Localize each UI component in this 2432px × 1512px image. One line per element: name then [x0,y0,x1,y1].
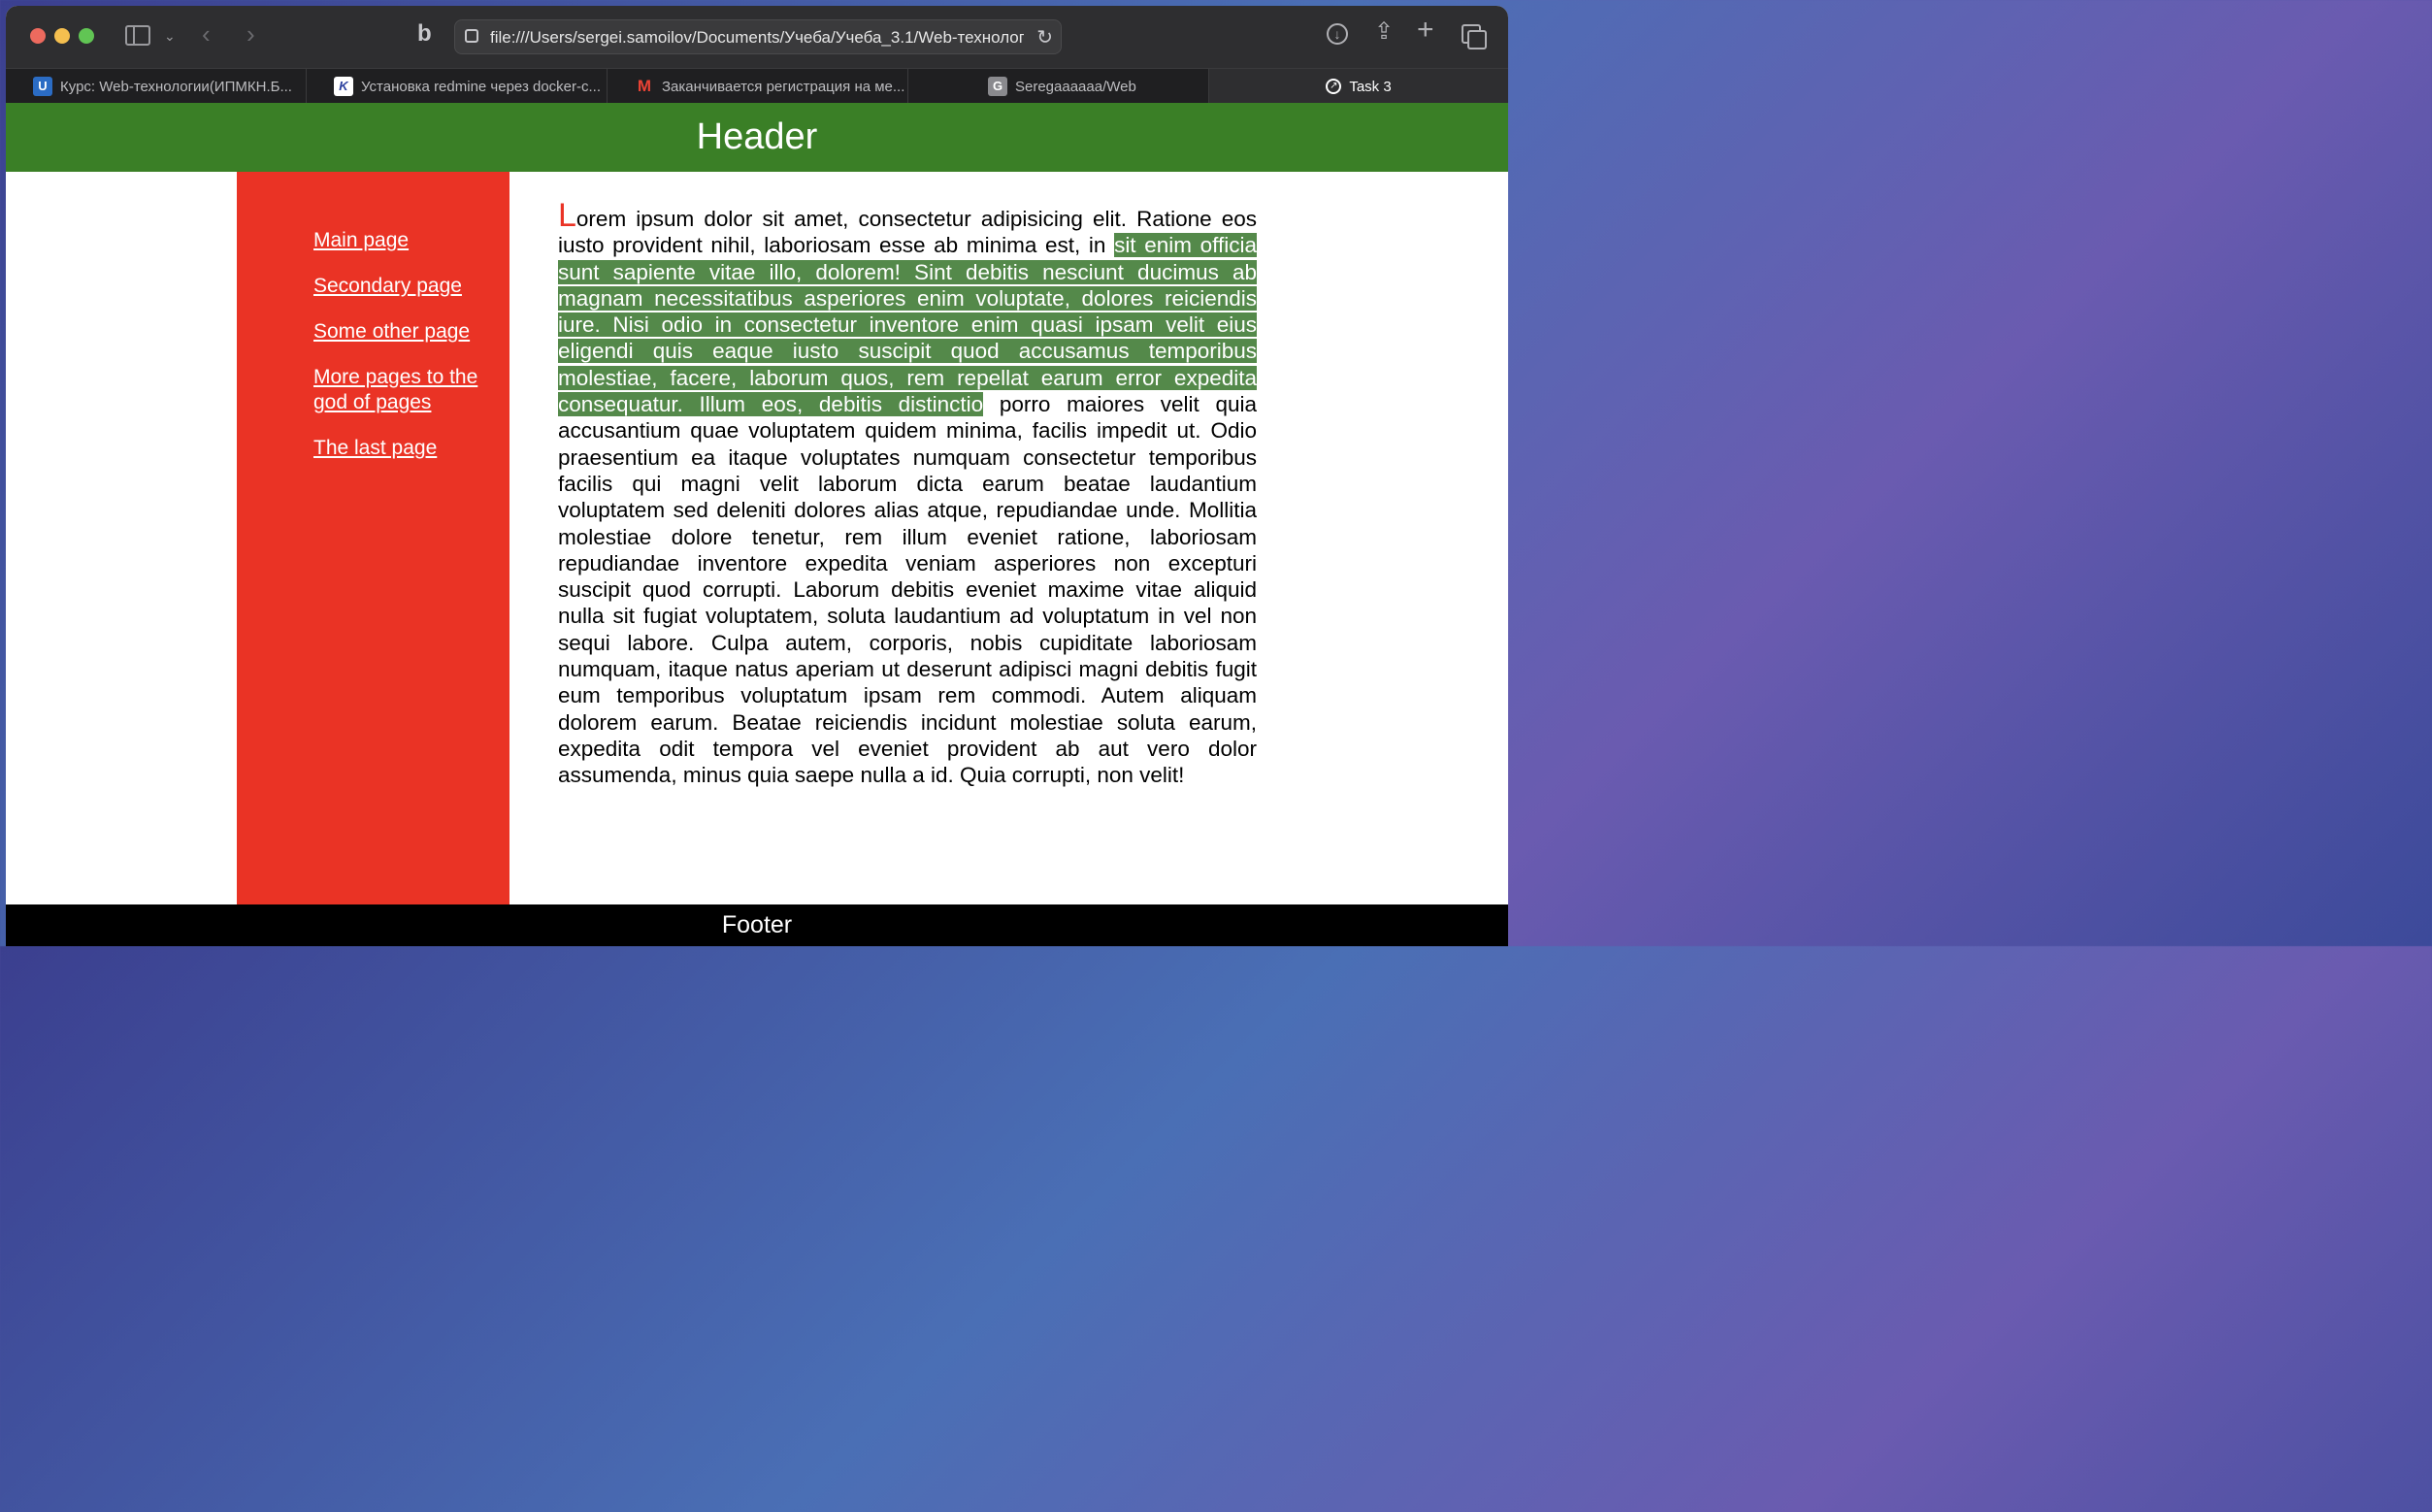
left-margin [6,172,237,904]
drop-cap: L [558,197,576,234]
main-content: Lorem ipsum dolor sit amet, consectetur … [558,199,1258,789]
nav-link-last[interactable]: The last page [313,436,437,461]
tab-label: Курс: Web-технологии(ИПМКН.Б... [60,78,292,95]
url-text[interactable]: file:///Users/sergei.samoilov/Documents/… [490,28,1024,48]
bing-icon[interactable]: b [417,22,432,46]
zoom-window-button[interactable] [79,28,94,44]
sidebar-toggle-icon[interactable] [125,25,150,46]
nav-link-secondary[interactable]: Secondary page [313,274,462,299]
close-window-button[interactable] [30,28,46,44]
site-footer: Footer [6,904,1508,946]
reload-icon[interactable]: ↻ [1036,25,1053,49]
web-page: Header Main page Secondary page Some oth… [6,103,1508,946]
chevron-down-icon[interactable]: ⌄ [164,25,176,47]
new-tab-icon[interactable]: + [1417,16,1434,45]
tab-overview-icon[interactable] [1462,24,1487,49]
tab-course[interactable]: U Курс: Web-технологии(ИПМКН.Б... [6,69,307,104]
address-bar[interactable]: file:///Users/sergei.samoilov/Documents/… [454,19,1062,54]
nav-link-main[interactable]: Main page [313,228,409,253]
tab-gmail[interactable]: M Заканчивается регистрация на ме... [608,69,908,104]
tab-label: Установка redmine через docker-c... [361,78,602,95]
k-favicon-icon: K [334,77,353,96]
share-icon[interactable]: ⇪ [1374,20,1394,44]
tab-label: Заканчивается регистрация на ме... [662,78,905,95]
nav-link-other[interactable]: Some other page [313,319,470,345]
highlighted-text: sit enim officia sunt sapiente vitae ill… [558,233,1257,417]
page-settings-icon[interactable] [465,29,478,43]
nav-link-more[interactable]: More pages to the god of pages [313,365,498,415]
tab-label: Seregaaaaaa/Web [1015,78,1136,95]
tab-task3-active[interactable]: ↗ Task 3 [1209,69,1508,104]
forward-icon[interactable]: › [246,21,255,47]
browser-window: ⌄ ‹ › b file:///Users/sergei.samoilov/Do… [6,6,1508,946]
u-favicon-icon: U [33,77,52,96]
gmail-icon: M [637,77,652,95]
tab-github[interactable]: G Seregaaaaaa/Web [908,69,1209,104]
site-nav: Main page Secondary page Some other page… [237,172,509,904]
download-icon[interactable]: ↓ [1327,23,1348,45]
g-favicon-icon: G [988,77,1007,96]
back-icon[interactable]: ‹ [202,21,211,47]
site-header: Header [6,103,1508,172]
tab-redmine[interactable]: K Установка redmine через docker-c... [307,69,608,104]
browser-toolbar: ⌄ ‹ › b file:///Users/sergei.samoilov/Do… [6,6,1508,68]
paragraph-rest: porro maiores velit quia accusantium qua… [558,392,1258,788]
tab-label: Task 3 [1349,78,1392,95]
minimize-window-button[interactable] [54,28,70,44]
compass-icon: ↗ [1326,79,1342,94]
tab-bar: U Курс: Web-технологии(ИПМКН.Б... K Уста… [6,68,1508,104]
